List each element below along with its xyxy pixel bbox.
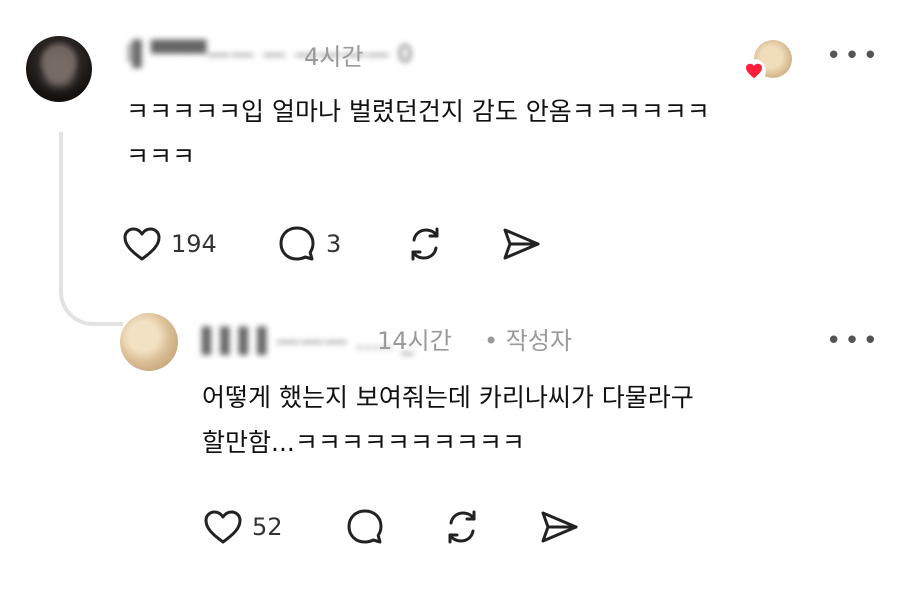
more-options-button[interactable]: ••• <box>826 43 881 69</box>
reply-count: 3 <box>326 230 342 258</box>
share-button[interactable] <box>500 223 542 265</box>
reply-author-avatar[interactable] <box>120 313 178 371</box>
commenter-avatar[interactable] <box>26 36 92 102</box>
paper-plane-icon <box>503 228 540 260</box>
liked-by-author-badge <box>742 59 766 83</box>
reply-like-button[interactable]: 52 <box>202 506 283 548</box>
heart-outline-icon <box>123 227 161 261</box>
reply-more-options-button[interactable]: ••• <box>826 328 881 354</box>
paper-plane-icon <box>541 511 578 543</box>
heart-outline-icon <box>204 510 242 544</box>
thread-connector-line <box>59 132 123 326</box>
reply-text-line-1: 어떻게 했는지 보여줘는데 카리나씨가 다물라구 <box>202 383 694 412</box>
reply-reply-button[interactable] <box>344 506 386 548</box>
repost-button[interactable] <box>404 223 446 265</box>
reply-username-text: ▌▌▌▌——— ..... <box>202 327 394 355</box>
comment-text-line-2: ㅋㅋㅋ <box>126 142 196 171</box>
reply-share-button[interactable] <box>538 506 580 548</box>
comment-text-line-1: ㅋㅋㅋㅋㅋ입 얼마나 벌렸던건지 감도 안옴ㅋㅋㅋㅋㅋㅋ <box>126 97 710 126</box>
comment-time: 4시간 <box>304 43 364 71</box>
username-suffix: 0 <box>397 40 413 68</box>
avatar-blur <box>44 52 74 86</box>
speech-bubble-icon <box>347 509 383 544</box>
reply-text-line-2: 할만함...ㅋㅋㅋㅋㅋㅋㅋㅋㅋㅋ <box>202 428 525 457</box>
speech-bubble-icon <box>279 226 315 261</box>
commenter-username[interactable]: l▌▀▀▀—— — ———— 0 <box>126 42 413 66</box>
reply-button[interactable]: 3 <box>276 223 341 265</box>
like-count: 194 <box>171 230 217 258</box>
red-heart-icon <box>746 63 762 79</box>
reply-repost-button[interactable] <box>441 506 483 548</box>
reply-like-count: 52 <box>252 513 283 541</box>
repost-icon <box>448 510 476 544</box>
repost-icon <box>411 227 439 261</box>
reply-time: 14시간 <box>377 327 452 355</box>
like-button[interactable]: 194 <box>121 223 217 265</box>
author-badge: • 작성자 <box>484 327 573 355</box>
